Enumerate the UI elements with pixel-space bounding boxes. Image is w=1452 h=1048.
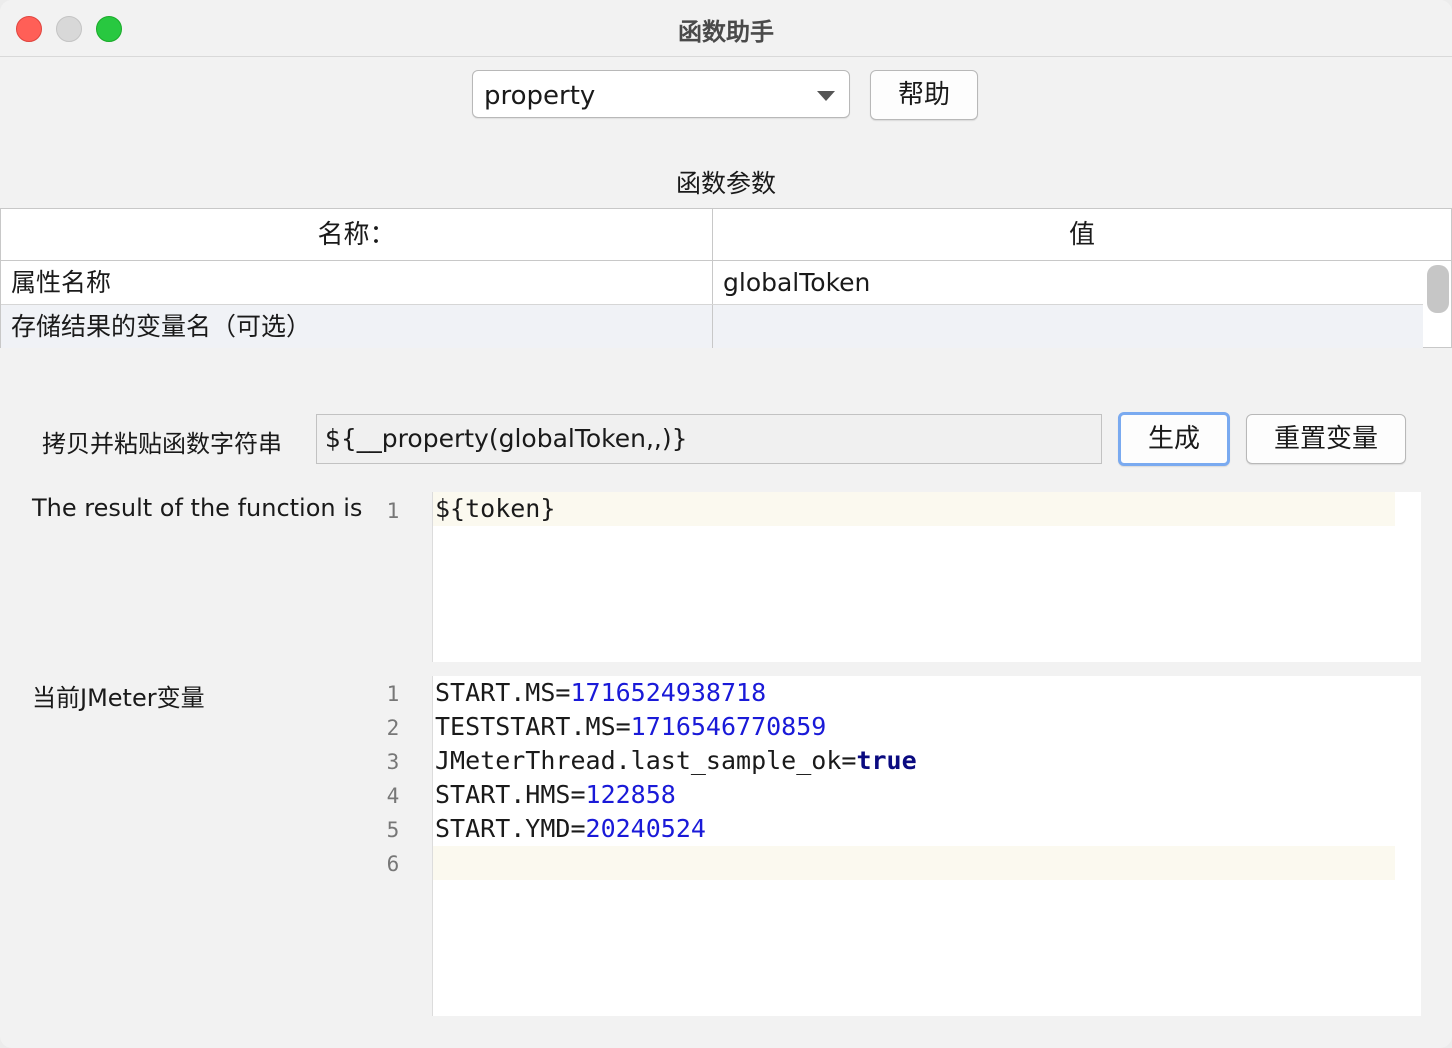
reset-variables-button[interactable]: 重置变量 bbox=[1246, 414, 1406, 464]
line-number: 3 bbox=[386, 750, 400, 774]
column-header-value[interactable]: 值 bbox=[713, 209, 1451, 261]
param-value-cell[interactable]: globalToken bbox=[713, 261, 1423, 304]
current-line-highlight bbox=[433, 492, 1395, 526]
result-editor[interactable]: ${token} bbox=[432, 492, 1421, 662]
var-line: START.YMD=20240524 bbox=[433, 812, 706, 846]
var-line: JMeterThread.last_sample_ok=true bbox=[433, 744, 917, 778]
params-table: 名称： 值 属性名称 globalToken 存储结果的变量名（可选） bbox=[0, 208, 1452, 348]
var-value: 20240524 bbox=[585, 814, 706, 843]
table-scrollbar[interactable] bbox=[1427, 265, 1449, 313]
param-name-cell[interactable]: 属性名称 bbox=[1, 261, 713, 304]
help-button[interactable]: 帮助 bbox=[870, 70, 978, 120]
var-key: START.HMS= bbox=[435, 780, 586, 809]
jmeter-vars-label: 当前JMeter变量 bbox=[32, 684, 205, 712]
line-number: 1 bbox=[386, 499, 400, 523]
var-line: START.HMS=122858 bbox=[433, 778, 676, 812]
var-value: 1716524938718 bbox=[570, 678, 767, 707]
param-value-cell[interactable] bbox=[713, 305, 1423, 348]
line-number: 5 bbox=[386, 818, 400, 842]
current-line-highlight bbox=[433, 846, 1395, 880]
jmeter-vars-editor[interactable]: START.MS=1716524938718 TESTSTART.MS=1716… bbox=[432, 676, 1421, 1016]
chevron-down-icon bbox=[817, 91, 835, 101]
function-helper-window: 函数助手 property 帮助 函数参数 名称： 值 属性名称 globalT… bbox=[0, 0, 1452, 1048]
var-value: 1716546770859 bbox=[630, 712, 827, 741]
var-value: 122858 bbox=[585, 780, 676, 809]
var-key: JMeterThread.last_sample_ok= bbox=[435, 746, 857, 775]
result-line: ${token} bbox=[435, 494, 556, 523]
line-number: 4 bbox=[386, 784, 400, 808]
function-string-field[interactable]: ${__property(globalToken,,)} bbox=[316, 414, 1102, 464]
function-select-value: property bbox=[484, 81, 596, 111]
column-header-name[interactable]: 名称： bbox=[1, 209, 713, 261]
copy-string-label: 拷贝并粘贴函数字符串 bbox=[42, 430, 282, 458]
line-number: 1 bbox=[386, 682, 400, 706]
var-key: START.YMD= bbox=[435, 814, 586, 843]
line-number: 2 bbox=[386, 716, 400, 740]
var-value: true bbox=[856, 746, 917, 775]
var-line: START.MS=1716524938718 bbox=[433, 676, 766, 710]
window-title: 函数助手 bbox=[678, 18, 774, 46]
params-title: 函数参数 bbox=[675, 169, 776, 198]
title-bar: 函数助手 bbox=[0, 0, 1452, 57]
param-name-cell[interactable]: 存储结果的变量名（可选） bbox=[1, 305, 713, 348]
function-select[interactable]: property bbox=[472, 70, 850, 118]
result-label: The result of the function is bbox=[32, 494, 363, 522]
var-key: START.MS= bbox=[435, 678, 571, 707]
generate-button[interactable]: 生成 bbox=[1118, 412, 1230, 466]
var-key: TESTSTART.MS= bbox=[435, 712, 631, 741]
var-line: TESTSTART.MS=1716546770859 bbox=[433, 710, 826, 744]
line-number: 6 bbox=[386, 852, 400, 876]
